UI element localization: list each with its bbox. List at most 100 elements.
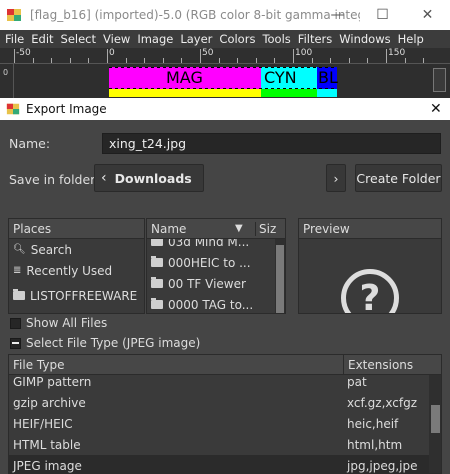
menu-help[interactable]: Help (398, 32, 424, 46)
place-search[interactable]: 🔍︎ Search (9, 239, 144, 260)
file-type-table: File Type Extensions GIMP pattern pat gz… (8, 354, 442, 474)
ruler-label: 0 (109, 48, 115, 58)
flag-text-cyn: CYN (264, 68, 297, 87)
window-titlebar: [flag_b16] (imported)-5.0 (RGB color 8-b… (0, 0, 450, 30)
places-pane: Places 🔍︎ Search ≣ Recently Used LISTOFF… (8, 218, 145, 314)
chevron-left-icon: ‹ (101, 170, 107, 186)
place-listoffreeware[interactable]: LISTOFFREEWARE (9, 285, 144, 306)
folder-icon (151, 239, 163, 246)
menu-bar: File Edit Select View Image Layer Colors… (0, 30, 450, 48)
menu-tools[interactable]: Tools (262, 32, 290, 46)
menu-select[interactable]: Select (61, 32, 96, 46)
name-label: Name: (9, 136, 51, 151)
table-row-selected[interactable]: JPEG image jpg,jpeg,jpe (9, 455, 429, 473)
file-type-scroll-thumb[interactable] (431, 405, 440, 433)
menu-image[interactable]: Image (137, 32, 173, 46)
folder-icon (151, 277, 163, 288)
folder-icon (151, 298, 163, 309)
file-row[interactable]: 0000 TAG to... (147, 294, 285, 313)
menu-windows[interactable]: Windows (339, 32, 390, 46)
checkbox-icon (10, 317, 21, 329)
file-name: 00 TF Viewer (168, 276, 246, 291)
extensions-cell: pat (347, 374, 367, 389)
ruler-label: 50 (202, 48, 214, 58)
vruler-label: 0 (3, 68, 9, 77)
chevron-right-icon: › (333, 170, 339, 186)
flag-text-bl: BL (318, 68, 338, 87)
table-row[interactable]: gzip archive xcf.gz,xcfgz (9, 392, 429, 413)
canvas-scrollbar[interactable] (433, 68, 446, 92)
image-canvas[interactable]: 0 MAG CYN BL (0, 64, 450, 98)
table-row[interactable]: HEIF/HEIC heic,heif (9, 413, 429, 434)
extensions-cell: html,htm (347, 437, 403, 452)
dialog-titlebar: Export Image ✕ (0, 98, 450, 120)
folder-icon (151, 256, 163, 267)
gimp-app-icon (6, 7, 22, 23)
folder-icon (13, 289, 25, 300)
folder-path-button[interactable]: ‹ Downloads (94, 164, 204, 192)
menu-file[interactable]: File (5, 32, 24, 46)
menu-edit[interactable]: Edit (31, 32, 53, 46)
menu-view[interactable]: View (103, 32, 130, 46)
preview-pane: Preview ? (298, 218, 442, 314)
table-row[interactable]: GIMP pattern pat (9, 371, 429, 392)
gimp-app-icon (6, 102, 20, 116)
file-name: 0000 TAG to... (168, 297, 254, 312)
place-recently-used[interactable]: ≣ Recently Used (9, 260, 144, 281)
file-type-cell: JPEG image (13, 458, 82, 473)
place-label: Recently Used (26, 263, 113, 278)
file-name: 03d Mind M... (168, 239, 250, 249)
file-row[interactable]: 000HEIC to ... (147, 252, 285, 273)
file-type-cell: gzip archive (13, 395, 86, 410)
show-all-files-checkbox[interactable]: Show All Files (10, 316, 107, 330)
place-label: Search (30, 242, 72, 257)
select-file-type-label: Select File Type (JPEG image) (26, 336, 201, 350)
place-label: LISTOFFREEWARE (30, 288, 138, 303)
ruler-label: 150 (388, 48, 406, 58)
horizontal-ruler: -50 0 50 100 150 (0, 48, 450, 64)
collapse-icon (10, 337, 21, 349)
size-column-header[interactable]: Siz (255, 221, 276, 236)
create-folder-button[interactable]: Create Folder (355, 164, 442, 192)
flag-text-mag: MAG (166, 68, 203, 87)
preview-header: Preview (299, 219, 441, 239)
dialog-title: Export Image (26, 102, 107, 116)
dialog-close-button[interactable]: ✕ (430, 101, 442, 117)
select-file-type-expander[interactable]: Select File Type (JPEG image) (10, 336, 200, 350)
file-type-cell: GIMP pattern (13, 374, 92, 389)
file-type-cell: HEIF/HEIC (13, 416, 73, 431)
path-next-button[interactable]: › (326, 164, 346, 192)
files-scrollbar[interactable] (275, 239, 285, 313)
menu-filters[interactable]: Filters (298, 32, 332, 46)
show-all-files-label: Show All Files (26, 316, 108, 330)
sort-down-icon[interactable]: ▼ (235, 223, 243, 234)
files-pane: Name ▼ Siz 03d Mind M... 000HEIC to ... … (146, 218, 286, 314)
file-type-scrollbar[interactable] (429, 375, 441, 473)
extensions-cell: heic,heif (347, 416, 399, 431)
window-title: [flag_b16] (imported)-5.0 (RGB color 8-b… (30, 8, 360, 22)
file-type-cell: HTML table (13, 437, 81, 452)
preview-unavailable-icon: ? (341, 269, 399, 313)
places-header: Places (9, 219, 144, 239)
window-close-button[interactable]: ✕ (405, 0, 450, 30)
extensions-cell: jpg,jpeg,jpe (347, 458, 418, 473)
minimize-button[interactable]: — (315, 0, 360, 30)
menu-layer[interactable]: Layer (180, 32, 212, 46)
files-scroll-thumb[interactable] (276, 245, 284, 313)
flag-image (109, 67, 337, 97)
vertical-ruler: 0 (0, 64, 14, 98)
ruler-label: -50 (16, 48, 31, 58)
files-header: Name ▼ Siz (147, 219, 285, 239)
ruler-label: 100 (295, 48, 313, 58)
file-row[interactable]: 00 TF Viewer (147, 273, 285, 294)
search-icon: 🔍︎ (13, 244, 26, 255)
menu-colors[interactable]: Colors (219, 32, 255, 46)
extensions-cell: xcf.gz,xcfgz (347, 395, 418, 410)
file-row[interactable]: 03d Mind M... (147, 239, 285, 252)
name-column-header[interactable]: Name (151, 222, 186, 236)
table-row[interactable]: HTML table html,htm (9, 434, 429, 455)
filename-input[interactable]: xing_t24.jpg (102, 133, 441, 154)
folder-name: Downloads (114, 170, 192, 186)
export-dialog: Name: xing_t24.jpg Save in folder: ‹ Dow… (0, 120, 450, 474)
maximize-button[interactable]: ☐ (360, 0, 405, 30)
